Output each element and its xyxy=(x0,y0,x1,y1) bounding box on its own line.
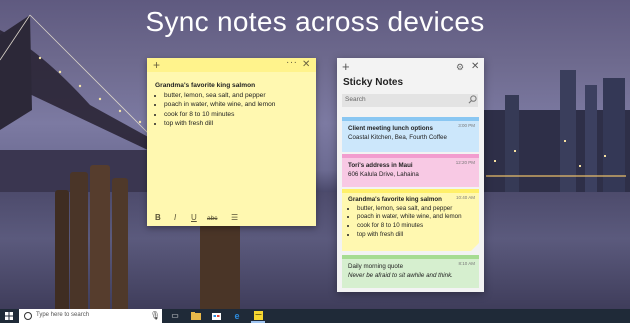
note-list: butter, lemon, sea salt, and pepper poac… xyxy=(155,91,308,128)
note-body[interactable]: Grandma's favorite king salmon butter, l… xyxy=(147,72,316,128)
close-icon[interactable]: ✕ xyxy=(471,61,479,73)
card-title: Client meeting lunch options xyxy=(348,125,433,132)
sticky-notes-panel: + ⚙ ✕ Sticky Notes Search 3:00 PM Client… xyxy=(337,58,484,292)
gear-icon[interactable]: ⚙ xyxy=(456,62,464,72)
bold-button[interactable]: B xyxy=(155,213,161,223)
windows-icon xyxy=(5,312,13,320)
card-list-item: cook for 8 to 10 minutes xyxy=(357,222,473,231)
card-timestamp: 10:40 AM xyxy=(455,195,475,200)
card-timestamp: 12:20 PM xyxy=(455,160,475,165)
underline-button[interactable]: U xyxy=(191,213,197,223)
pier-post xyxy=(55,190,69,309)
card-line: 606 Kalula Drive, Lahaina xyxy=(348,171,419,178)
note-list-item: butter, lemon, sea salt, and pepper xyxy=(164,91,308,100)
search-icon[interactable] xyxy=(468,95,477,104)
card-list: butter, lemon, sea salt, and pepper poac… xyxy=(348,205,473,240)
card-title: Tori's address in Maui xyxy=(348,162,413,169)
card-timestamp: 3:00 PM xyxy=(458,123,475,128)
city-lights xyxy=(486,140,626,177)
search-placeholder: Search xyxy=(345,96,366,103)
more-icon[interactable]: ··· xyxy=(286,56,298,70)
cortana-icon xyxy=(24,312,32,320)
search-input[interactable]: Search xyxy=(342,94,478,107)
taskbar-search-placeholder: Type here to search xyxy=(36,312,90,318)
edge-icon[interactable]: e xyxy=(230,309,244,323)
card-line: Coastal Kitchen, Bea, Fourth Coffee xyxy=(348,134,447,141)
note-list-item: top with fresh dill xyxy=(164,119,308,128)
microphone-icon[interactable]: 🎙 xyxy=(150,310,160,322)
italic-button[interactable]: I xyxy=(174,213,176,223)
card-timestamp: 8:10 AM xyxy=(458,261,475,266)
headline: Sync notes across devices xyxy=(145,6,485,37)
pier-post xyxy=(70,172,88,309)
bullets-button[interactable]: ☰ xyxy=(231,213,238,223)
card-list-item: poach in water, white wine, and lemon xyxy=(357,213,473,222)
note-title-bar[interactable]: + ··· ✕ xyxy=(147,56,316,72)
new-note-icon[interactable]: + xyxy=(342,60,350,74)
format-toolbar: B I U abc ☰ xyxy=(147,210,316,226)
task-view-icon[interactable]: ▭ xyxy=(168,309,182,323)
page-fold xyxy=(471,243,479,251)
start-button[interactable] xyxy=(0,309,18,323)
note-list-item: poach in water, white wine, and lemon xyxy=(164,100,308,109)
pier-post xyxy=(90,165,110,309)
strikethrough-button[interactable]: abc xyxy=(207,214,217,224)
note-editor-window[interactable]: + ··· ✕ Grandma's favorite king salmon b… xyxy=(147,56,316,226)
note-heading: Grandma's favorite king salmon xyxy=(155,82,256,89)
card-list-item: butter, lemon, sea salt, and pepper xyxy=(357,205,473,214)
file-explorer-icon[interactable] xyxy=(189,309,203,323)
pier-post xyxy=(200,224,240,309)
store-icon[interactable] xyxy=(209,309,223,323)
plus-icon[interactable]: + xyxy=(153,58,160,72)
pier-post xyxy=(112,178,128,309)
taskbar: Type here to search 🎙 ▭ e xyxy=(0,309,630,323)
card-list-item: top with fresh dill xyxy=(357,231,473,240)
note-card[interactable]: 12:20 PM Tori's address in Maui 606 Kalu… xyxy=(342,154,479,187)
taskbar-search-box[interactable]: Type here to search 🎙 xyxy=(19,309,162,323)
note-card[interactable]: 8:10 AM Daily morning quote Never be afr… xyxy=(342,255,479,288)
close-icon[interactable]: ✕ xyxy=(302,58,310,72)
note-card[interactable]: 10:40 AM Grandma's favorite king salmon … xyxy=(342,189,479,251)
note-card[interactable]: 3:00 PM Client meeting lunch options Coa… xyxy=(342,117,479,152)
panel-title: Sticky Notes xyxy=(343,77,404,88)
card-title: Grandma's favorite king salmon xyxy=(348,196,442,203)
card-title: Daily morning quote xyxy=(348,263,404,270)
note-list-item: cook for 8 to 10 minutes xyxy=(164,110,308,119)
card-line: Never be afraid to sit awhile and think. xyxy=(348,272,453,279)
